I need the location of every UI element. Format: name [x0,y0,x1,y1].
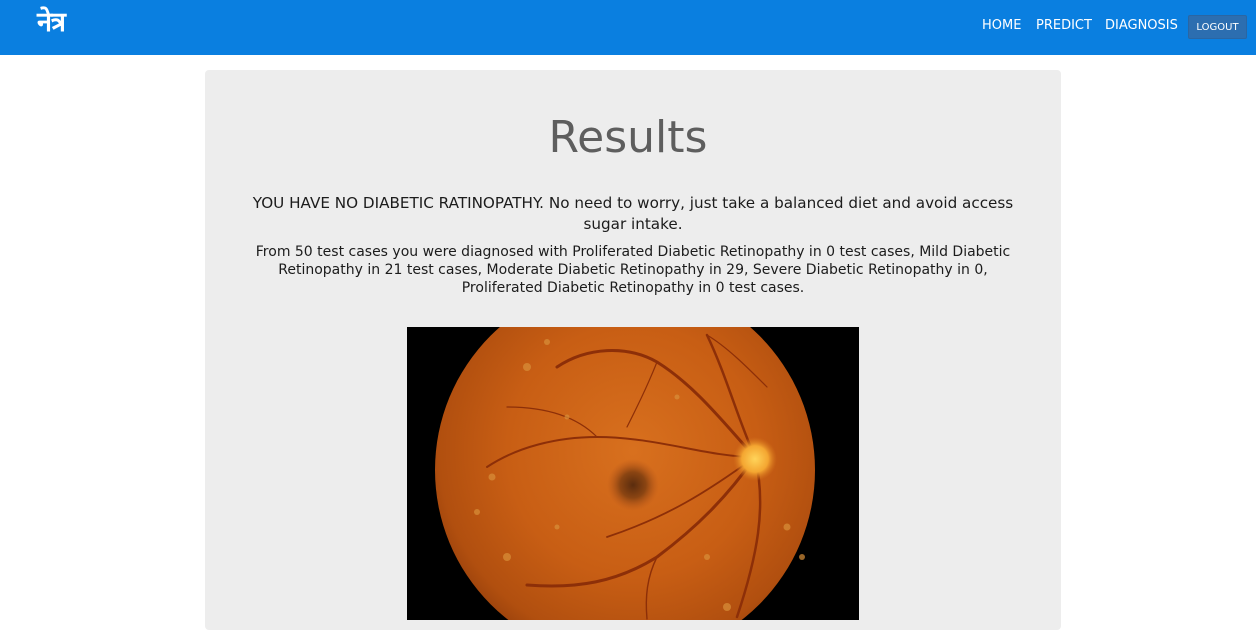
fundus-image [407,327,859,620]
diagnosis-summary: From 50 test cases you were diagnosed wi… [255,244,1011,296]
page-title: Results [548,112,708,163]
logout-button[interactable]: LOGOUT [1188,15,1247,39]
nav-link-predict[interactable]: PREDICT [1036,17,1092,34]
nav-link-diagnosis[interactable]: DIAGNOSIS [1105,17,1178,34]
retina-photo [435,327,815,620]
brand-logo[interactable]: नेत्र [37,4,66,42]
top-navbar: नेत्र HOME PREDICT DIAGNOSIS LOGOUT [0,0,1256,55]
diagnosis-verdict: YOU HAVE NO DIABETIC RATINOPATHY. No nee… [252,194,1014,233]
nav-link-home[interactable]: HOME [982,17,1021,34]
